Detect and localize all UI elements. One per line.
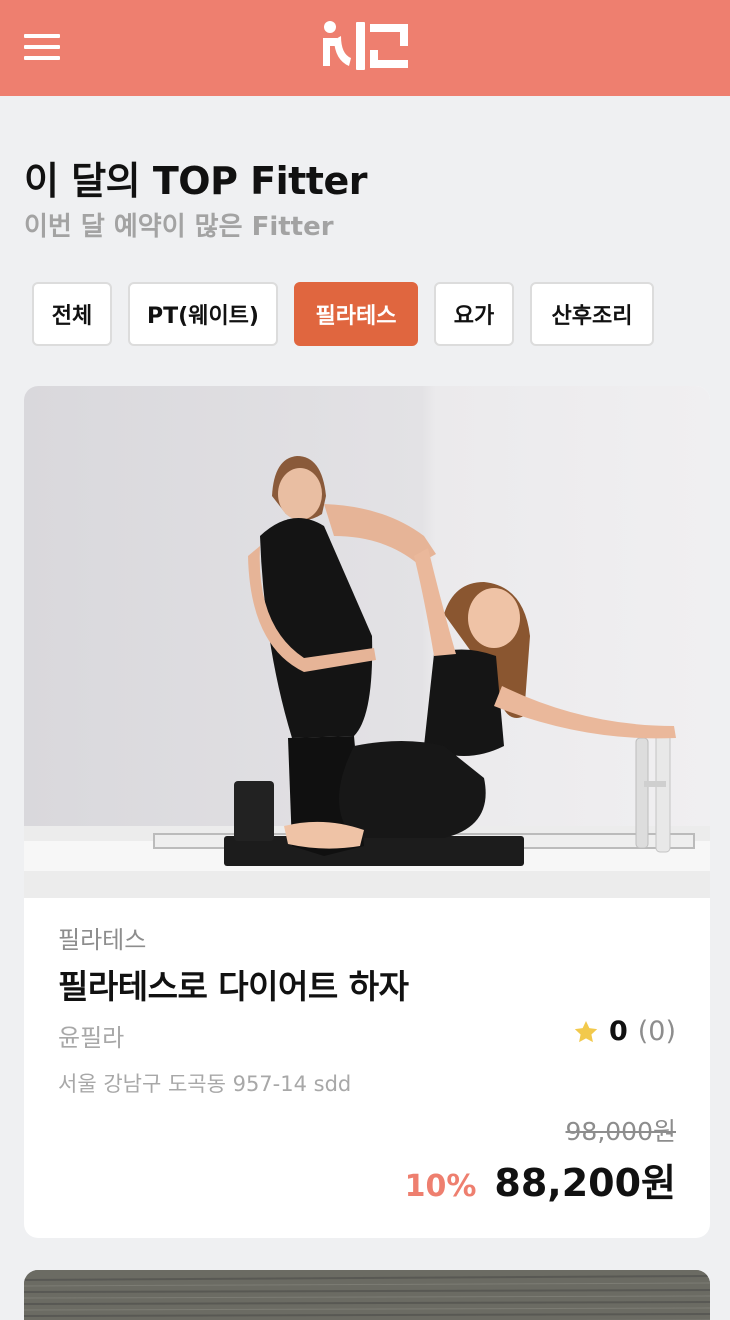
brand-logo[interactable] <box>320 20 412 72</box>
fitter-card[interactable]: 필라테스 필라테스로 다이어트 하자 윤필라 0 (0) 서울 강남구 도곡동 … <box>24 386 710 1238</box>
filter-chip-pt-weight[interactable]: PT(웨이트) <box>128 282 278 346</box>
address: 서울 강남구 도곡동 957-14 sdd <box>58 1072 352 1096</box>
filter-chip-pilates[interactable]: 필라테스 <box>294 282 418 346</box>
next-card-image <box>24 1270 710 1320</box>
filter-chip-postpartum[interactable]: 산후조리 <box>530 282 654 346</box>
next-card-photo[interactable] <box>24 1270 710 1320</box>
discount-rate: 10% <box>404 1169 477 1204</box>
top-app-bar <box>0 0 730 96</box>
filter-chip-all[interactable]: 전체 <box>32 282 112 346</box>
star-icon <box>574 1020 598 1042</box>
section-subtitle: 이번 달 예약이 많은 Fitter <box>24 212 334 242</box>
rating-count: (0) <box>637 1016 676 1047</box>
rating: 0 (0) <box>573 1016 676 1047</box>
class-photo[interactable] <box>24 386 710 898</box>
section-title: 이 달의 TOP Fitter <box>24 159 367 203</box>
price-row: 10% 88,200원 <box>405 1152 676 1207</box>
original-price: 98,000원 <box>565 1117 676 1146</box>
card-title[interactable]: 필라테스로 다이어트 하자 <box>58 960 409 1008</box>
sale-price: 88,200원 <box>494 1161 676 1205</box>
filter-chip-yoga[interactable]: 요가 <box>434 282 514 346</box>
card-category: 필라테스 <box>58 926 147 954</box>
trainer-name: 윤필라 <box>58 1024 125 1052</box>
rating-score: 0 <box>608 1016 628 1047</box>
hamburger-menu-icon[interactable] <box>24 34 60 60</box>
